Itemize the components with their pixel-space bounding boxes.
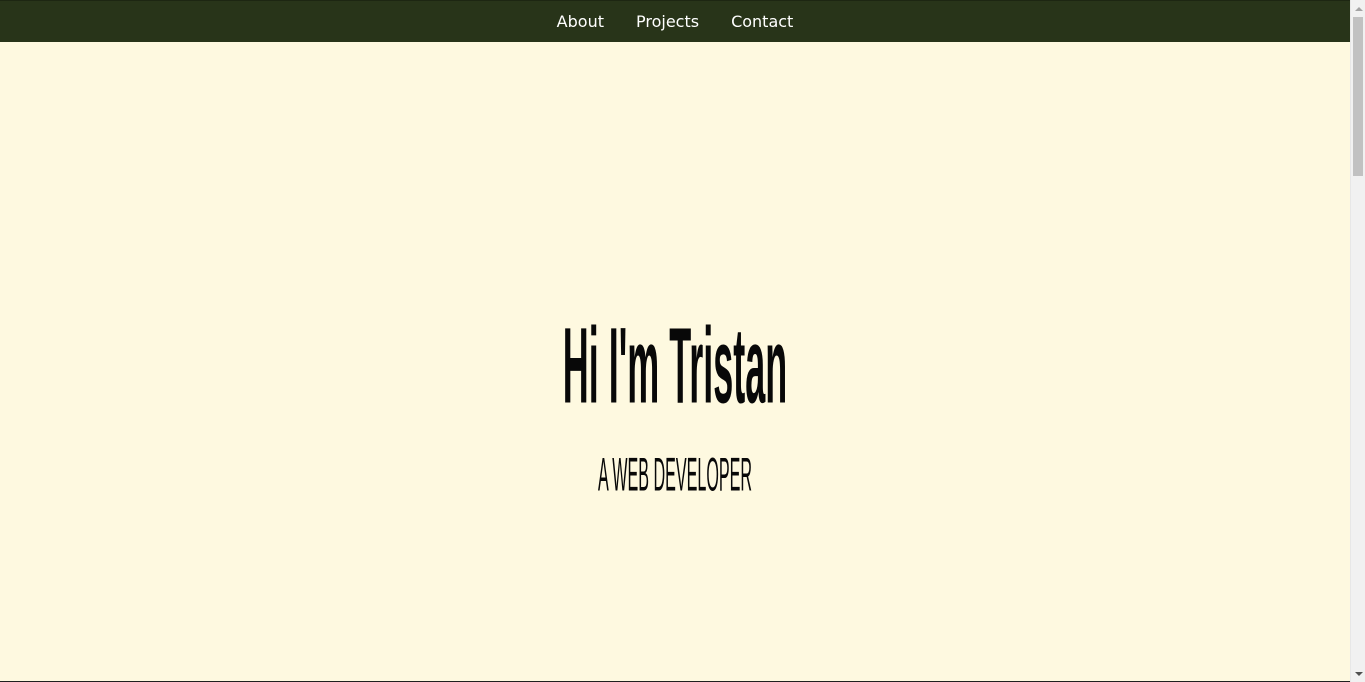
scroll-up-button[interactable]: [1351, 0, 1365, 17]
top-navigation-bar: About Projects Contact: [0, 0, 1350, 42]
hero-section: Hi I'm Tristan A WEB DEVELOPER: [0, 42, 1350, 682]
nav-link-about[interactable]: About: [557, 14, 604, 30]
nav-link-projects[interactable]: Projects: [636, 14, 699, 30]
nav-link-contact[interactable]: Contact: [731, 14, 793, 30]
hero-subtitle: A WEB DEVELOPER: [597, 447, 753, 501]
chevron-down-icon: [1354, 671, 1363, 676]
scrollbar-thumb[interactable]: [1353, 17, 1363, 176]
chevron-up-icon: [1354, 6, 1363, 11]
vertical-scrollbar[interactable]: [1350, 0, 1365, 682]
nav-links: About Projects Contact: [0, 1, 1350, 43]
browser-viewport: About Projects Contact Hi I'm Tristan A …: [0, 0, 1365, 682]
portfolio-page: About Projects Contact Hi I'm Tristan A …: [0, 0, 1350, 682]
hero-title: Hi I'm Tristan: [562, 305, 788, 427]
scroll-down-button[interactable]: [1351, 665, 1365, 682]
